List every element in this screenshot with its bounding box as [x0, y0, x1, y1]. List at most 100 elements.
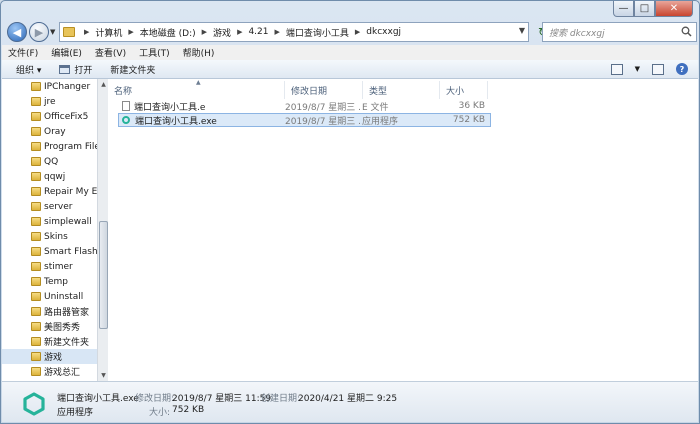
- sidebar-item-meitu[interactable]: 美图秀秀: [2, 319, 97, 334]
- file-modified: 2019/8/7 星期三 ...: [285, 102, 362, 113]
- sidebar-item-uninstall[interactable]: Uninstall: [2, 289, 97, 304]
- search-placeholder: 搜索 dkcxxgj: [549, 28, 605, 39]
- chevron-right-icon[interactable]: ▶: [355, 28, 360, 36]
- sidebar-item-new-folder[interactable]: 新建文件夹: [2, 334, 97, 349]
- sidebar-item-jre[interactable]: jre: [2, 94, 97, 109]
- back-button[interactable]: ◀: [7, 22, 27, 42]
- document-icon: [122, 101, 130, 111]
- folder-icon: [31, 367, 41, 376]
- organize-button[interactable]: 组织 ▾: [16, 63, 41, 76]
- scroll-thumb[interactable]: [99, 221, 108, 329]
- sidebar-item-simplewall[interactable]: simplewall: [2, 214, 97, 229]
- folder-icon: [31, 112, 41, 121]
- chevron-right-icon[interactable]: ▶: [202, 28, 207, 36]
- sidebar-item-label: 美图秀秀: [44, 323, 81, 333]
- search-icon[interactable]: [681, 26, 692, 40]
- column-type[interactable]: 类型: [363, 81, 440, 99]
- search-input[interactable]: 搜索 dkcxxgj: [542, 22, 697, 42]
- folder-icon: [31, 292, 41, 301]
- folder-icon: [31, 127, 41, 136]
- sidebar-item-program-files[interactable]: Program Files: [2, 139, 97, 154]
- change-view-icon[interactable]: [610, 63, 623, 75]
- chevron-right-icon[interactable]: ▶: [275, 28, 280, 36]
- sidebar-item-qq[interactable]: QQ: [2, 154, 97, 169]
- folder-icon: [31, 262, 41, 271]
- menu-help[interactable]: 帮助(H): [183, 46, 215, 59]
- chevron-right-icon[interactable]: ▶: [84, 28, 89, 36]
- minimize-button[interactable]: —: [613, 1, 634, 17]
- sidebar-item-games[interactable]: 游戏: [2, 349, 97, 364]
- folder-icon: [31, 157, 41, 166]
- scroll-up-icon[interactable]: ▲: [99, 80, 108, 89]
- breadcrumb-drive-d[interactable]: 本地磁盘 (D:): [140, 26, 196, 39]
- table-row[interactable]: 端口查询小工具.exe 2019/8/7 星期三 ... 应用程序 752 KB: [118, 113, 491, 127]
- navigation-bar: ◀ ▶ ▼ ▶ 计算机 ▶ 本地磁盘 (D:) ▶ 游戏 ▶ 4.21 ▶ 端口…: [5, 21, 697, 43]
- sidebar-item-officefix5[interactable]: OfficeFix5: [2, 109, 97, 124]
- file-size: 36 KB: [458, 101, 485, 111]
- sidebar-item-qqwj[interactable]: qqwj: [2, 169, 97, 184]
- details-size-value: 752 KB: [172, 405, 205, 415]
- sidebar-item-temp[interactable]: Temp: [2, 274, 97, 289]
- menu-view[interactable]: 查看(V): [95, 46, 126, 59]
- details-created-label: 创建日期:: [261, 394, 301, 404]
- new-folder-button[interactable]: 新建文件夹: [110, 63, 155, 76]
- sidebar-scrollbar[interactable]: ▲ ▼: [97, 79, 108, 381]
- sidebar-item-label: 新建文件夹: [44, 338, 90, 348]
- breadcrumb-computer[interactable]: 计算机: [95, 26, 122, 39]
- open-button[interactable]: 打开: [59, 63, 92, 76]
- sidebar-item-label: 游戏总汇: [44, 368, 81, 378]
- table-row[interactable]: 端口查询小工具.e 2019/8/7 星期三 ... E 文件 36 KB: [118, 99, 491, 113]
- folder-icon: [31, 277, 41, 286]
- folder-icon: [31, 172, 41, 181]
- forward-button[interactable]: ▶: [29, 22, 49, 42]
- view-dropdown-icon[interactable]: ▼: [635, 65, 640, 73]
- address-bar[interactable]: ▶ 计算机 ▶ 本地磁盘 (D:) ▶ 游戏 ▶ 4.21 ▶ 端口查询小工具 …: [59, 22, 529, 42]
- folder-icon: [31, 142, 41, 151]
- sidebar-item-router-manager[interactable]: 路由器管家: [2, 304, 97, 319]
- sidebar-item-label: Repair My Exe: [44, 186, 98, 197]
- details-modified-label: 修改日期:: [135, 394, 175, 404]
- file-name: 端口查询小工具.exe: [135, 116, 217, 127]
- explorer-window: — □ ✕ ◀ ▶ ▼ ▶ 计算机 ▶ 本地磁盘 (D:) ▶ 游戏 ▶ 4.2…: [0, 0, 700, 424]
- sidebar-item-label: stimer: [44, 261, 73, 272]
- preview-pane-icon[interactable]: [652, 63, 664, 75]
- sidebar-item-stimer[interactable]: stimer: [2, 259, 97, 274]
- details-modified-value: 2019/8/7 星期三 11:59: [172, 394, 272, 404]
- open-label: 打开: [74, 65, 93, 76]
- menu-tools[interactable]: 工具(T): [139, 46, 170, 59]
- sidebar-item-ipchanger[interactable]: IPChanger: [2, 79, 97, 94]
- sidebar-item-skins[interactable]: Skins: [2, 229, 97, 244]
- sidebar-item-repair-my-exe[interactable]: Repair My Exe: [2, 184, 98, 199]
- chevron-right-icon[interactable]: ▶: [237, 28, 242, 36]
- folder-icon: [31, 202, 41, 211]
- menu-bar: 文件(F) 编辑(E) 查看(V) 工具(T) 帮助(H): [2, 45, 698, 60]
- breadcrumb-4-21[interactable]: 4.21: [248, 27, 268, 37]
- file-type: E 文件: [362, 102, 389, 113]
- sidebar-item-smart-flash[interactable]: Smart Flash R: [2, 244, 97, 259]
- column-headers: ▲ 名称 修改日期 类型 大小: [108, 79, 698, 99]
- chevron-right-icon[interactable]: ▶: [128, 28, 133, 36]
- column-modified[interactable]: 修改日期: [285, 81, 363, 99]
- sidebar-item-games-collection[interactable]: 游戏总汇: [2, 364, 97, 379]
- details-type: 应用程序: [57, 408, 94, 418]
- history-dropdown-icon[interactable]: ▼: [50, 28, 55, 36]
- sidebar-item-oray[interactable]: Oray: [2, 124, 97, 139]
- address-dropdown-icon[interactable]: ▼: [519, 26, 525, 35]
- close-button[interactable]: ✕: [655, 1, 693, 17]
- breadcrumb-dkcxxgj[interactable]: dkcxxgj: [366, 27, 401, 37]
- folder-icon: [31, 217, 41, 226]
- breadcrumb-games[interactable]: 游戏: [213, 26, 231, 39]
- file-size: 752 KB: [452, 115, 485, 125]
- sidebar-item-label: simplewall: [44, 216, 92, 227]
- menu-edit[interactable]: 编辑(E): [51, 46, 82, 59]
- folder-icon: [31, 337, 41, 346]
- window-controls: — □ ✕: [613, 1, 693, 17]
- column-size[interactable]: 大小: [440, 81, 488, 99]
- maximize-button[interactable]: □: [634, 1, 655, 17]
- scroll-down-icon[interactable]: ▼: [99, 371, 108, 380]
- menu-file[interactable]: 文件(F): [8, 46, 38, 59]
- sidebar-item-server[interactable]: server: [2, 199, 97, 214]
- navigation-pane: IPChanger jre OfficeFix5 Oray Program Fi…: [2, 79, 98, 381]
- breadcrumb-port-tool[interactable]: 端口查询小工具: [286, 26, 349, 39]
- help-icon[interactable]: ?: [676, 63, 688, 75]
